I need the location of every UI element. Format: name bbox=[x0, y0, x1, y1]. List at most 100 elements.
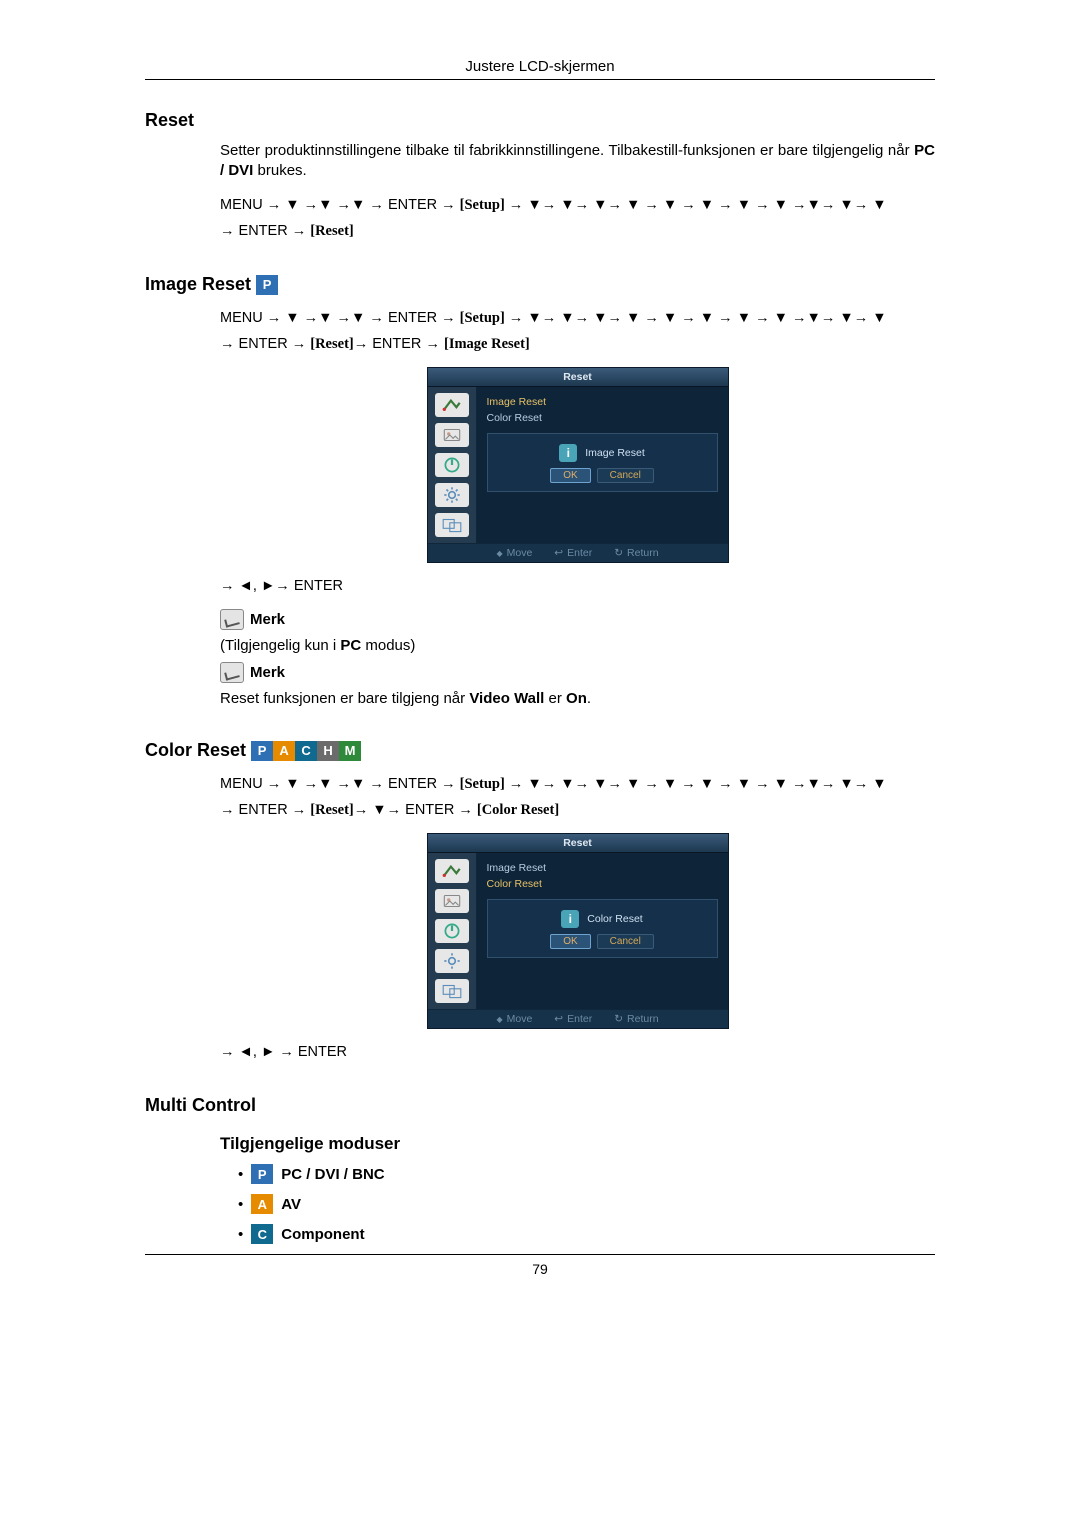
cr-seq-enter-2: ENTER bbox=[239, 802, 288, 818]
osd2-sidebar bbox=[428, 853, 477, 1009]
badge-a-icon: A bbox=[273, 741, 295, 761]
info-icon: i bbox=[559, 444, 577, 462]
merk-row-2: Merk bbox=[220, 662, 935, 683]
image-reset-badges: P bbox=[256, 275, 278, 295]
osd-picture-icon bbox=[435, 423, 469, 447]
osd-multi-icon bbox=[435, 979, 469, 1003]
osd2-ok-button[interactable]: OK bbox=[550, 934, 590, 949]
badge-h-icon: H bbox=[317, 741, 339, 761]
ir-seq-enter-3: ENTER bbox=[372, 336, 421, 352]
mode-item-component: C Component bbox=[238, 1224, 935, 1244]
cr-seq-enter: ENTER bbox=[388, 776, 437, 792]
section-reset-title: Reset bbox=[145, 110, 935, 131]
osd2-list-color: Color Reset bbox=[487, 877, 718, 893]
cr-lr-sep: , bbox=[253, 1044, 261, 1060]
section-image-reset-title: Image Reset P bbox=[145, 274, 935, 295]
osd-list: Image Reset Color Reset bbox=[487, 395, 718, 427]
badge-p-icon: P bbox=[251, 1164, 273, 1184]
osd2-card-label: Color Reset bbox=[587, 913, 642, 925]
ir-note1-bold: PC bbox=[340, 637, 361, 654]
badge-p-icon: P bbox=[251, 741, 273, 761]
ir-seq-reset: [Reset] bbox=[310, 336, 353, 352]
badge-c-icon: C bbox=[295, 741, 317, 761]
ir-lr-sep: , bbox=[253, 578, 261, 594]
seq-enter: ENTER bbox=[388, 197, 437, 213]
osd2-cancel-button[interactable]: Cancel bbox=[597, 934, 654, 949]
osd-input-icon bbox=[435, 393, 469, 417]
merk-label-2: Merk bbox=[250, 664, 285, 681]
osd-color-reset: Reset Image Reset Color Reset bbox=[427, 833, 729, 1029]
osd-multi-icon bbox=[435, 513, 469, 537]
osd-title: Reset bbox=[428, 368, 728, 387]
reset-desc: Setter produktinnstillingene tilbake til… bbox=[220, 141, 935, 182]
ir-note2-b1: Video Wall bbox=[469, 690, 544, 707]
ir-lr-enter: ENTER bbox=[294, 578, 343, 594]
osd-sidebar bbox=[428, 387, 477, 543]
reset-desc-post: brukes. bbox=[253, 162, 306, 179]
osd-hint-bar: Move Enter Return bbox=[428, 543, 728, 562]
image-reset-lr-enter: → ◄, ►→ ENTER bbox=[220, 573, 935, 599]
osd-list-image: Image Reset bbox=[487, 395, 718, 411]
osd-ok-button[interactable]: OK bbox=[550, 468, 590, 483]
mode-item-av: A AV bbox=[238, 1194, 935, 1214]
footer-rule bbox=[145, 1254, 935, 1255]
image-reset-note2: Reset funksjonen er bare tilgjeng når Vi… bbox=[220, 689, 935, 709]
cr-seq-reset: [Reset] bbox=[310, 802, 353, 818]
section-color-reset-title: Color Reset PACHM bbox=[145, 740, 935, 761]
seq-menu: MENU bbox=[220, 197, 263, 213]
osd-confirm-card: i Image Reset OK Cancel bbox=[487, 433, 718, 492]
seq-setup: [Setup] bbox=[460, 197, 505, 213]
osd-hint-enter: Enter bbox=[554, 547, 592, 559]
ir-note2-mid: er bbox=[544, 690, 566, 707]
badge-a-icon: A bbox=[251, 1194, 273, 1214]
osd-hint-return: Return bbox=[614, 547, 658, 559]
cr-seq-menu: MENU bbox=[220, 776, 263, 792]
note-icon bbox=[220, 609, 244, 630]
ir-seq-enter-2: ENTER bbox=[239, 336, 288, 352]
osd-cancel-button[interactable]: Cancel bbox=[597, 468, 654, 483]
osd2-list: Image Reset Color Reset bbox=[487, 861, 718, 893]
page-header: Justere LCD-skjermen bbox=[145, 58, 935, 75]
mode-label-component: Component bbox=[281, 1226, 364, 1243]
ir-note2-b2: On bbox=[566, 690, 587, 707]
ir-seq-enter: ENTER bbox=[388, 310, 437, 326]
mode-label-av: AV bbox=[281, 1196, 301, 1213]
merk-label-1: Merk bbox=[250, 611, 285, 628]
mode-item-pc: P PC / DVI / BNC bbox=[238, 1164, 935, 1184]
ir-seq-img: [Image Reset] bbox=[444, 336, 530, 352]
image-reset-sequence: MENU → ▼ →▼ →▼ → ENTER → [Setup] → ▼→ ▼→… bbox=[220, 305, 935, 357]
color-reset-lr-enter: → ◄, ► → ENTER bbox=[220, 1039, 935, 1065]
badge-c-icon: C bbox=[251, 1224, 273, 1244]
reset-sequence: MENU → ▼ →▼ →▼ → ENTER → [Setup] → ▼→ ▼→… bbox=[220, 192, 935, 244]
seq-enter-2: ENTER bbox=[239, 223, 288, 239]
ir-seq-setup: [Setup] bbox=[460, 310, 505, 326]
merk-row-1: Merk bbox=[220, 609, 935, 630]
osd-sound-icon bbox=[435, 919, 469, 943]
image-reset-note1: (Tilgjengelig kun i PC modus) bbox=[220, 636, 935, 656]
ir-seq-menu: MENU bbox=[220, 310, 263, 326]
image-reset-title-text: Image Reset bbox=[145, 274, 251, 294]
modes-list: P PC / DVI / BNC A AV C Component bbox=[238, 1164, 935, 1244]
badge-p-icon: P bbox=[256, 275, 278, 295]
osd-image-reset: Reset Image Reset Color Reset bbox=[427, 367, 729, 563]
page-number: 79 bbox=[145, 1261, 935, 1277]
osd2-hint-enter: Enter bbox=[554, 1013, 592, 1025]
osd-setup-icon bbox=[435, 949, 469, 973]
cr-seq-enter-3: ENTER bbox=[405, 802, 454, 818]
osd-picture-icon bbox=[435, 889, 469, 913]
color-reset-badges: PACHM bbox=[251, 741, 361, 761]
osd2-title: Reset bbox=[428, 834, 728, 853]
osd-list-color: Color Reset bbox=[487, 411, 718, 427]
cr-seq-color: [Color Reset] bbox=[477, 802, 559, 818]
ir-note2-post: . bbox=[587, 690, 591, 707]
info-icon: i bbox=[561, 910, 579, 928]
seq-reset: [Reset] bbox=[310, 223, 353, 239]
color-reset-title-text: Color Reset bbox=[145, 740, 246, 760]
color-reset-sequence: MENU → ▼ →▼ →▼ → ENTER → [Setup] → ▼→ ▼→… bbox=[220, 771, 935, 823]
osd2-hint-bar: Move Enter Return bbox=[428, 1009, 728, 1028]
osd-hint-move: Move bbox=[496, 547, 532, 559]
multi-modes-subtitle: Tilgjengelige moduser bbox=[220, 1134, 935, 1154]
osd2-hint-move: Move bbox=[496, 1013, 532, 1025]
badge-m-icon: M bbox=[339, 741, 361, 761]
osd-input-icon bbox=[435, 859, 469, 883]
